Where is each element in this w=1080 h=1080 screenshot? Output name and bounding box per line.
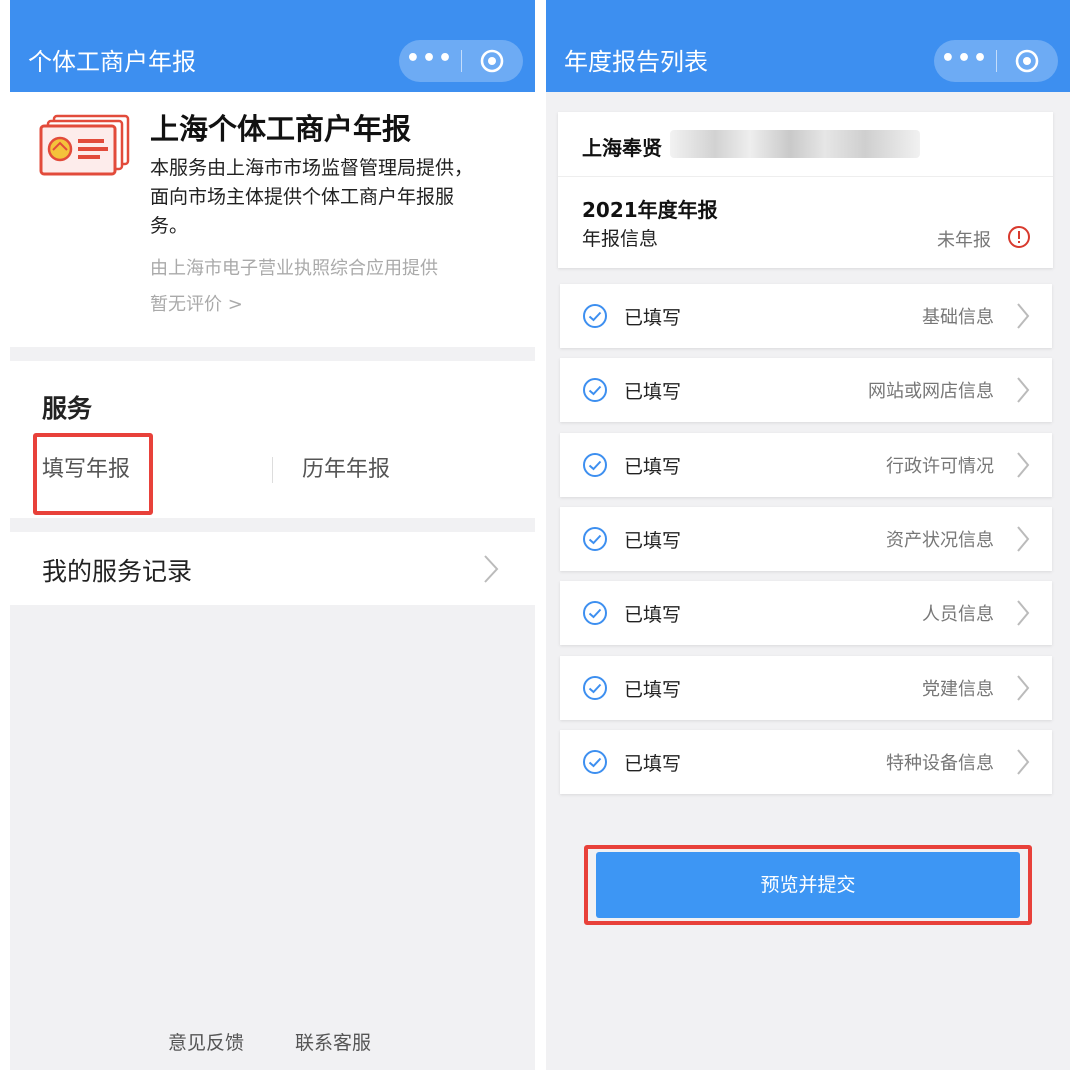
section-name: 行政许可情况 <box>886 455 994 477</box>
services-section: 服务 填写年报 历年年报 <box>10 361 535 518</box>
report-section-row[interactable]: 已填写 行政许可情况 <box>560 432 1052 497</box>
target-close-icon[interactable] <box>997 40 1058 82</box>
history-report-link[interactable]: 历年年报 <box>302 451 390 483</box>
contact-service-link[interactable]: 联系客服 <box>295 1028 371 1055</box>
chevron-right-icon <box>1016 674 1030 706</box>
section-name: 基础信息 <box>922 307 994 328</box>
service-record-row[interactable]: 我的服务记录 <box>10 532 535 605</box>
feedback-link[interactable]: 意见反馈 <box>168 1028 244 1055</box>
service-record-label: 我的服务记录 <box>42 557 193 586</box>
mini-program-capsule: ••• <box>399 40 523 82</box>
card-divider <box>558 176 1053 177</box>
section-status: 已填写 <box>624 381 682 404</box>
service-description: 本服务由上海市市场监督管理局提供，面向市场主体提供个体工商户年报服务。 <box>150 157 474 237</box>
nav-bar: 个体工商户年报 ••• <box>10 22 535 92</box>
chevron-right-icon <box>1016 525 1030 557</box>
section-status: 已填写 <box>624 307 682 329</box>
report-section-row[interactable]: 已填写 基础信息 <box>560 284 1052 348</box>
service-provider: 由上海市电子营业执照综合应用提供 <box>150 258 438 279</box>
section-name: 人员信息 <box>922 604 994 626</box>
nav-bar: 年度报告列表 ••• <box>546 22 1070 92</box>
check-circle-icon <box>582 749 608 779</box>
section-status: 已填写 <box>624 752 682 775</box>
check-circle-icon <box>582 526 608 556</box>
status-bar <box>546 0 1070 22</box>
exclamation-circle-icon <box>1007 225 1031 253</box>
left-screen: 个体工商户年报 ••• 上海个体工商户年报 本服务由上海市市场监督管理局提供，面… <box>10 0 535 1070</box>
service-title: 上海个体工商户年报 <box>150 112 412 146</box>
report-section-row[interactable]: 已填写 人员信息 <box>560 581 1052 646</box>
chevron-right-icon <box>483 554 499 588</box>
check-circle-icon <box>582 303 608 333</box>
more-dots-icon[interactable]: ••• <box>934 40 996 82</box>
section-status: 已填写 <box>624 678 682 701</box>
nav-title: 年度报告列表 <box>564 48 708 76</box>
more-dots-icon[interactable]: ••• <box>399 40 461 82</box>
status-bar <box>10 0 535 22</box>
target-close-icon[interactable] <box>462 40 523 82</box>
report-year-title: 2021年度年报 <box>582 198 718 222</box>
check-circle-icon <box>582 675 608 705</box>
nav-title: 个体工商户年报 <box>28 48 196 76</box>
section-name: 特种设备信息 <box>886 752 994 774</box>
check-circle-icon <box>582 600 608 630</box>
id-card-icon <box>38 114 132 180</box>
report-status: 未年报 <box>937 230 991 251</box>
report-info-label: 年报信息 <box>582 228 659 250</box>
report-section-row[interactable]: 已填写 资产状况信息 <box>560 506 1052 571</box>
services-heading: 服务 <box>42 394 93 423</box>
check-circle-icon <box>582 377 608 407</box>
chevron-right-icon <box>1016 451 1030 483</box>
section-name: 网站或网店信息 <box>868 381 994 403</box>
section-status: 已填写 <box>624 455 682 478</box>
company-report-card: 上海奉贤 2021年度年报 年报信息 未年报 <box>558 112 1053 268</box>
right-screen: 年度报告列表 ••• 上海奉贤 2021年度年报 年报信息 未年报 已填写 基础… <box>546 0 1070 1070</box>
services-divider <box>272 457 273 483</box>
chevron-right-icon <box>1016 302 1030 334</box>
section-status: 已填写 <box>624 529 682 552</box>
blurred-company-name <box>670 130 920 158</box>
service-info-card: 上海个体工商户年报 本服务由上海市市场监督管理局提供，面向市场主体提供个体工商户… <box>10 92 535 347</box>
rating-link[interactable]: 暂无评价 > <box>150 290 243 316</box>
chevron-right-icon <box>1016 376 1030 408</box>
section-name: 党建信息 <box>922 678 994 700</box>
preview-submit-button[interactable]: 预览并提交 <box>596 852 1020 918</box>
check-circle-icon <box>582 452 608 482</box>
section-name: 资产状况信息 <box>886 529 994 551</box>
company-name: 上海奉贤 <box>582 136 662 160</box>
chevron-right-icon <box>1016 748 1030 780</box>
mini-program-capsule: ••• <box>934 40 1058 82</box>
chevron-right-icon <box>1016 599 1030 631</box>
report-section-row[interactable]: 已填写 特种设备信息 <box>560 729 1052 794</box>
report-section-row[interactable]: 已填写 网站或网店信息 <box>560 358 1052 423</box>
report-section-row[interactable]: 已填写 党建信息 <box>560 655 1052 720</box>
section-status: 已填写 <box>624 604 682 627</box>
highlight-box <box>33 433 153 515</box>
